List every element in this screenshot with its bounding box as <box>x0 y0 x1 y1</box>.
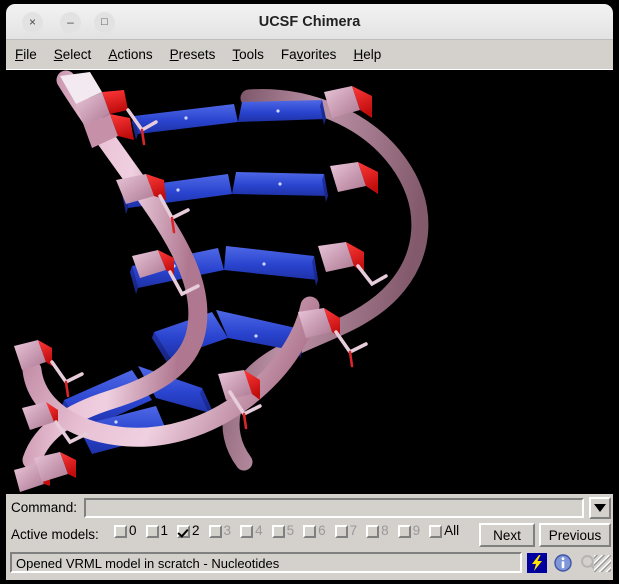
model-checkbox-group: 0 1 2 3 4 5 6 7 8 9 All <box>114 524 468 538</box>
molecular-viewport[interactable] <box>6 70 613 494</box>
dna-double-helix-render <box>6 70 613 494</box>
checkbox-box <box>145 524 159 538</box>
model-checkbox-label: 2 <box>192 523 200 538</box>
model-checkbox-label: 6 <box>318 523 326 538</box>
chevron-down-icon <box>594 504 606 512</box>
menu-tools[interactable]: Tools <box>232 47 264 62</box>
model-checkbox-0[interactable]: 0 <box>114 524 137 538</box>
checkbox-box <box>177 524 191 538</box>
menu-actions[interactable]: Actions <box>108 47 152 62</box>
model-checkbox-9[interactable]: 9 <box>397 523 421 538</box>
model-checkbox-label: 9 <box>412 523 421 538</box>
checkbox-box <box>366 524 380 538</box>
model-checkbox-3[interactable]: 3 <box>208 523 232 538</box>
model-checkbox-1[interactable]: 1 <box>145 523 169 538</box>
model-checkbox-6[interactable]: 6 <box>303 524 326 538</box>
checkbox-box <box>397 524 411 538</box>
previous-model-button[interactable]: Previous <box>539 523 611 547</box>
menu-favorites[interactable]: Favorites <box>281 47 337 62</box>
model-checkbox-7[interactable]: 7 <box>334 523 358 538</box>
model-checkbox-label: 8 <box>381 523 389 538</box>
checkbox-box <box>271 524 285 538</box>
active-models-label: Active models: <box>11 527 99 542</box>
model-checkbox-label: 7 <box>349 523 358 538</box>
checkbox-box <box>429 524 443 538</box>
menu-file[interactable]: File <box>15 47 37 62</box>
info-circle-icon[interactable] <box>553 553 573 573</box>
model-checkbox-8[interactable]: 8 <box>366 524 389 538</box>
menu-presets[interactable]: Presets <box>170 47 216 62</box>
model-checkbox-label: All <box>444 523 460 538</box>
checkbox-box <box>114 524 127 538</box>
resize-grip[interactable] <box>594 555 611 572</box>
checkbox-box <box>334 524 348 538</box>
status-row: Opened VRML model in scratch - Nucleotid… <box>6 551 613 577</box>
model-checkbox-label: 3 <box>223 523 232 538</box>
checkbox-box <box>303 524 317 538</box>
lightning-bolt-icon[interactable] <box>527 553 547 573</box>
status-message: Opened VRML model in scratch - Nucleotid… <box>10 552 522 573</box>
menu-select[interactable]: Select <box>54 47 92 62</box>
model-checkbox-5[interactable]: 5 <box>271 523 295 538</box>
model-checkbox-2[interactable]: 2 <box>177 524 200 538</box>
active-models-row: Active models: 0 1 2 3 4 5 6 7 8 9 All N… <box>6 522 613 549</box>
model-checkbox-label: 4 <box>255 523 263 538</box>
checkbox-box <box>208 524 222 538</box>
command-row: Command: <box>6 497 613 521</box>
checkbox-box <box>240 524 254 538</box>
application-window: × – □ UCSF Chimera File Select Actions P… <box>0 0 619 584</box>
menu-help[interactable]: Help <box>353 47 381 62</box>
next-model-button[interactable]: Next <box>479 523 535 547</box>
model-checkbox-all[interactable]: All <box>429 524 459 538</box>
command-input[interactable] <box>84 498 584 518</box>
title-bar: × – □ UCSF Chimera <box>6 4 613 40</box>
model-checkbox-label: 0 <box>129 523 137 538</box>
command-history-dropdown-button[interactable] <box>589 497 611 519</box>
model-checkbox-4[interactable]: 4 <box>240 524 263 538</box>
bottom-panel: Command: Active models: 0 1 2 3 4 5 6 7 … <box>6 494 613 580</box>
command-label: Command: <box>11 500 78 515</box>
model-checkbox-label: 5 <box>286 523 295 538</box>
window-title: UCSF Chimera <box>258 14 361 30</box>
menu-bar: File Select Actions Presets Tools Favori… <box>6 40 613 70</box>
model-checkbox-label: 1 <box>160 523 169 538</box>
